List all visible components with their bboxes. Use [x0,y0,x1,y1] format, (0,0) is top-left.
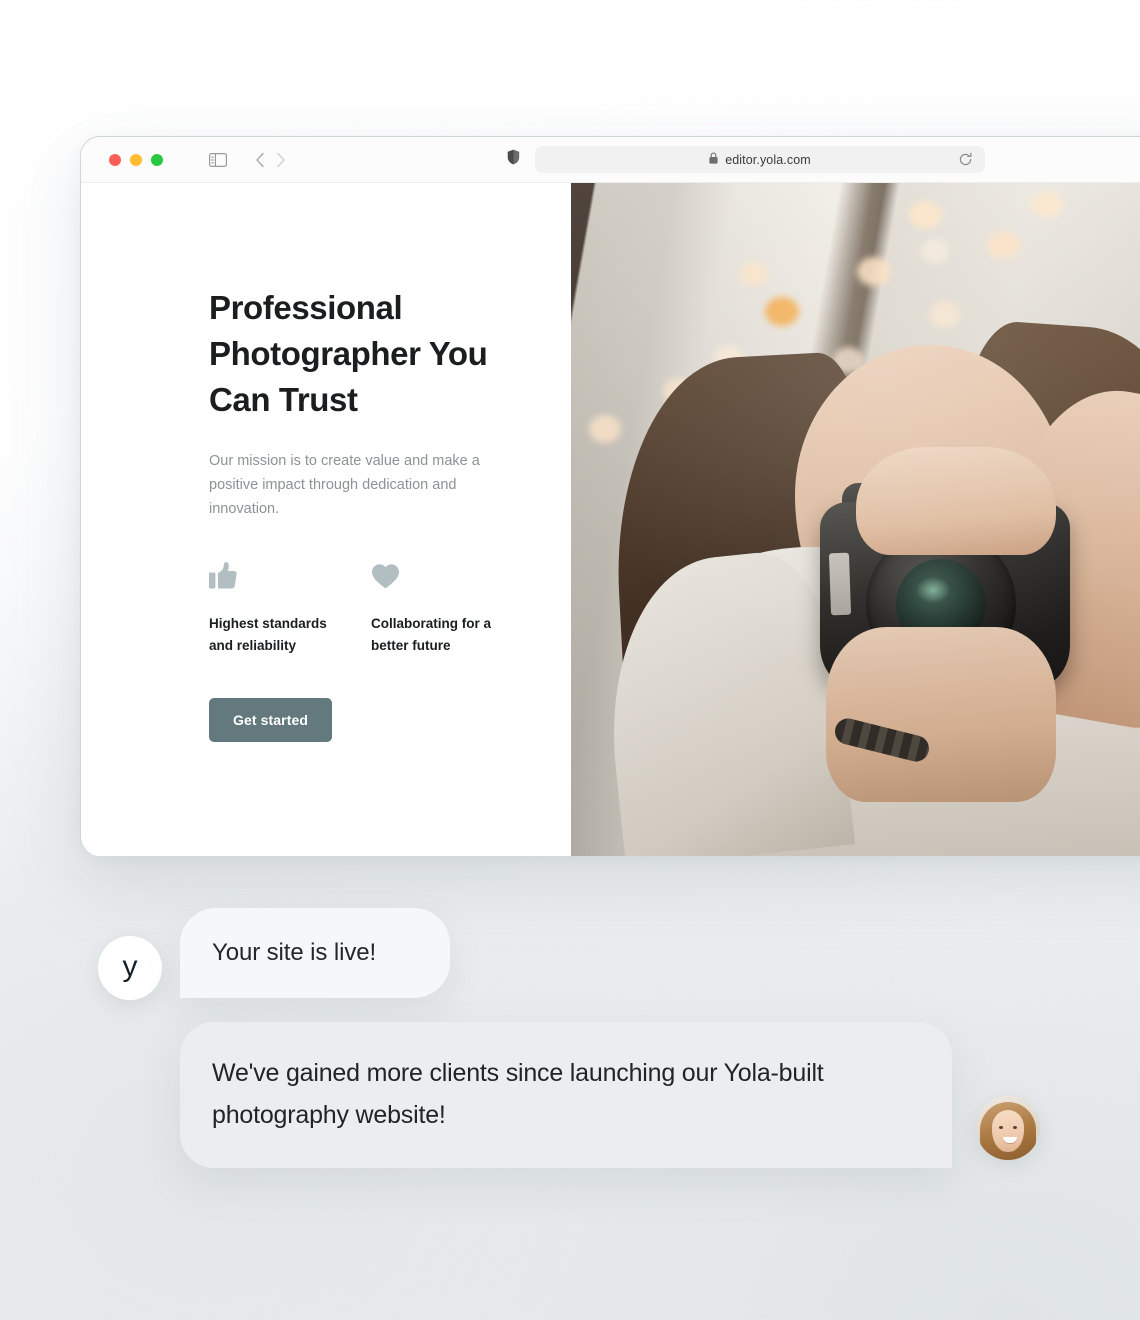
camera-brand-mark [828,552,852,616]
hand-lower [826,627,1056,802]
feature-label-standards: Highest standards and reliability [209,616,327,653]
address-bar[interactable]: editor.yola.com [535,146,985,173]
page-title: Professional Photographer You Can Trust [209,289,488,418]
avatar-face [992,1110,1024,1152]
hero-copy-panel: Professional Photographer You Can Trust … [81,183,571,856]
window-traffic-lights [109,153,163,166]
lock-icon [709,151,718,169]
yola-logo-letter: y [122,950,138,983]
yola-logo-avatar: y [98,936,162,1000]
back-button[interactable] [255,152,265,168]
avatar-eye-left [999,1126,1003,1129]
feature-label-collaborating: Collaborating for a better future [371,616,492,653]
hero-photograph [571,183,1140,856]
feature-item-collaborating: Collaborating for a better future [371,561,533,656]
reload-icon[interactable] [958,152,973,172]
camera-lens-reflection [916,577,950,603]
hero-feature-list: Highest standards and reliability Collab… [209,561,571,656]
chat-bubble-text: Your site is live! [212,939,377,966]
browser-window: editor.yola.com Professional Photographe… [80,136,1140,856]
site-preview: Professional Photographer You Can Trust … [81,183,1140,856]
thumbs-up-icon [209,561,371,591]
avatar-eye-right [1013,1126,1017,1129]
sidebar-toggle-icon[interactable] [209,152,227,167]
url-text: editor.yola.com [725,152,811,167]
feature-item-standards: Highest standards and reliability [209,561,371,656]
privacy-shield-icon[interactable] [507,149,520,170]
chat-bubble-text: We've gained more clients since launchin… [212,1059,824,1129]
photographer-figure [594,297,1140,856]
chat-bubble-testimonial: We've gained more clients since launchin… [180,1022,952,1168]
minimize-window-button[interactable] [130,153,142,166]
hero-subcopy: Our mission is to create value and make … [209,453,480,517]
browser-nav-arrows [255,152,286,168]
hand-upper [856,447,1056,555]
maximize-window-button[interactable] [151,153,163,166]
browser-titlebar: editor.yola.com [81,137,1140,183]
get-started-button[interactable]: Get started [209,698,333,742]
heart-icon [371,561,533,591]
chat-bubble-site-live: Your site is live! [180,908,450,998]
customer-avatar [976,1096,1040,1160]
forward-button[interactable] [276,152,286,168]
close-window-button[interactable] [109,153,121,166]
